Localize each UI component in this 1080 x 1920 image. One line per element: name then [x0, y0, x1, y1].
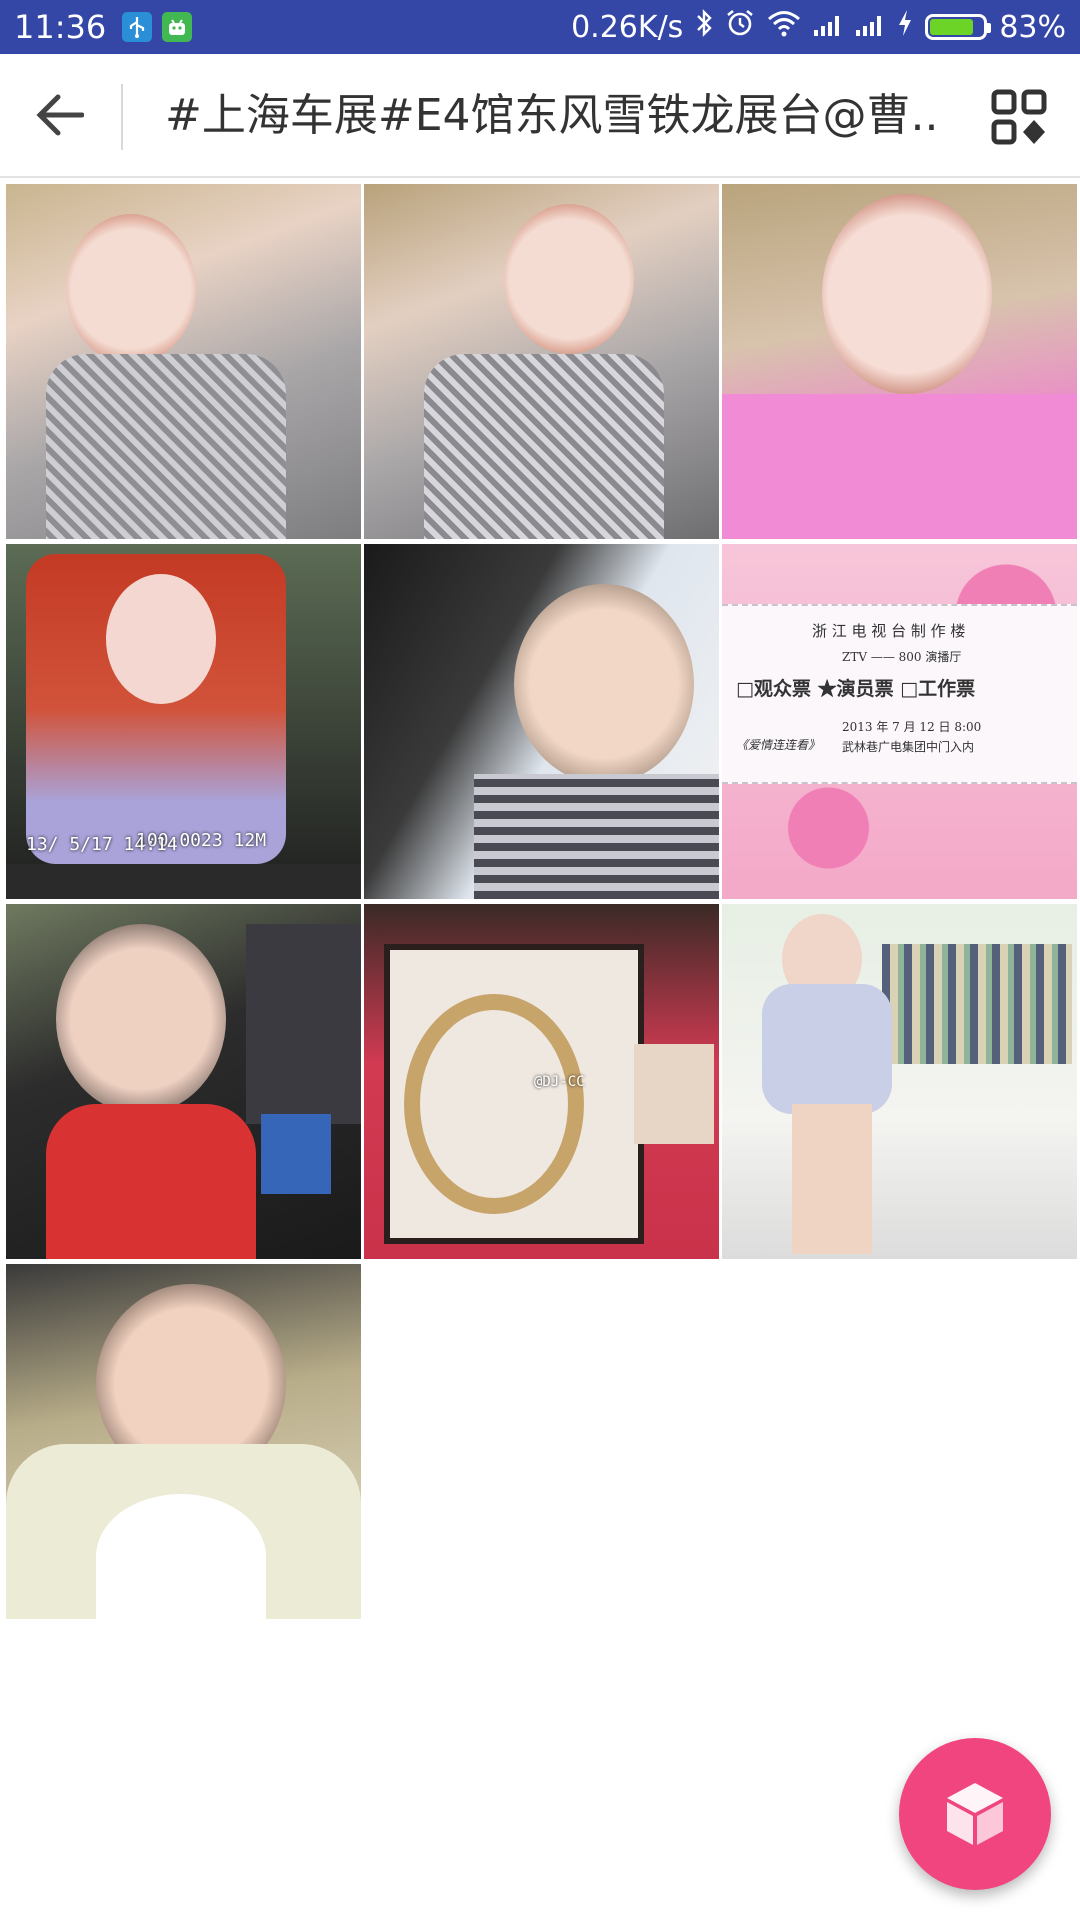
bluetooth-icon: [695, 8, 713, 46]
arrow-left-icon: [36, 94, 84, 136]
photo-2-image: [364, 184, 719, 539]
signal-icon: [813, 10, 843, 45]
battery-percent: 83%: [999, 9, 1066, 45]
back-button[interactable]: [24, 82, 96, 148]
photo-3-image: [722, 184, 1077, 539]
photo-tile-10[interactable]: [6, 1264, 361, 1619]
cube-icon: [947, 1783, 1003, 1845]
photo-4-date: 13/ 5/17 14:14: [26, 834, 178, 855]
charging-icon: [897, 9, 913, 45]
photo-tile-4[interactable]: 100-0023 12M 13/ 5/17 14:14: [6, 544, 361, 899]
status-bar: 11:36 0.26K/s 83%: [0, 0, 1080, 54]
photo-tile-2[interactable]: [364, 184, 719, 539]
ticket-gate: 武林巷广电集团中门入内: [842, 740, 975, 754]
photo-tile-6[interactable]: 浙 江 电 视 台 制 作 楼 ZTV —— 800 演播厅 □观众票 ★演员票…: [722, 544, 1077, 899]
grid-view-icon: [991, 89, 1047, 145]
grid-view-button[interactable]: [984, 82, 1054, 152]
ticket-hall: ZTV —— 800 演播厅: [842, 650, 962, 664]
ticket-title: 浙 江 电 视 台 制 作 楼: [812, 622, 966, 640]
ticket: 浙 江 电 视 台 制 作 楼 ZTV —— 800 演播厅 □观众票 ★演员票…: [722, 604, 1077, 784]
photo-10-image: [6, 1264, 361, 1619]
photo-5-image: [364, 544, 719, 899]
photo-grid: 100-0023 12M 13/ 5/17 14:14 浙 江 电 视 台 制 …: [6, 184, 1078, 1619]
photo-tile-3[interactable]: [722, 184, 1077, 539]
fab-cube-button[interactable]: [899, 1738, 1051, 1890]
battery-icon: [925, 14, 992, 40]
photo-tile-8[interactable]: @DJ-CC: [364, 904, 719, 1259]
usb-icon: [122, 12, 153, 42]
photo-tile-7[interactable]: [6, 904, 361, 1259]
network-speed: 0.26K/s: [571, 9, 684, 45]
toolbar: #上海车展#E4馆东风雪铁龙展台@曹..: [0, 54, 1080, 178]
android-icon: [162, 12, 193, 42]
ticket-show: 《爱情连连看》: [736, 738, 821, 752]
photo-8-watermark: @DJ-CC: [534, 1074, 585, 1090]
photo-1-image: [6, 184, 361, 539]
ticket-types: □观众票 ★演员票 □工作票: [736, 678, 976, 700]
wifi-icon: [767, 9, 801, 45]
page-title: #上海车展#E4馆东风雪铁龙展台@曹..: [165, 90, 939, 141]
toolbar-divider: [121, 84, 123, 150]
photo-tile-1[interactable]: [6, 184, 361, 539]
photo-7-image: [6, 904, 361, 1259]
photo-tile-9[interactable]: [722, 904, 1077, 1259]
photo-tile-5[interactable]: [364, 544, 719, 899]
alarm-icon: [725, 8, 755, 46]
signal-icon: [855, 10, 885, 45]
photo-9-image: [722, 904, 1077, 1259]
ticket-date: 2013 年 7 月 12 日 8:00: [842, 720, 982, 734]
status-time: 11:36: [14, 8, 107, 46]
battery-level: [930, 19, 974, 35]
status-indicators: 0.26K/s 83%: [571, 8, 1066, 46]
